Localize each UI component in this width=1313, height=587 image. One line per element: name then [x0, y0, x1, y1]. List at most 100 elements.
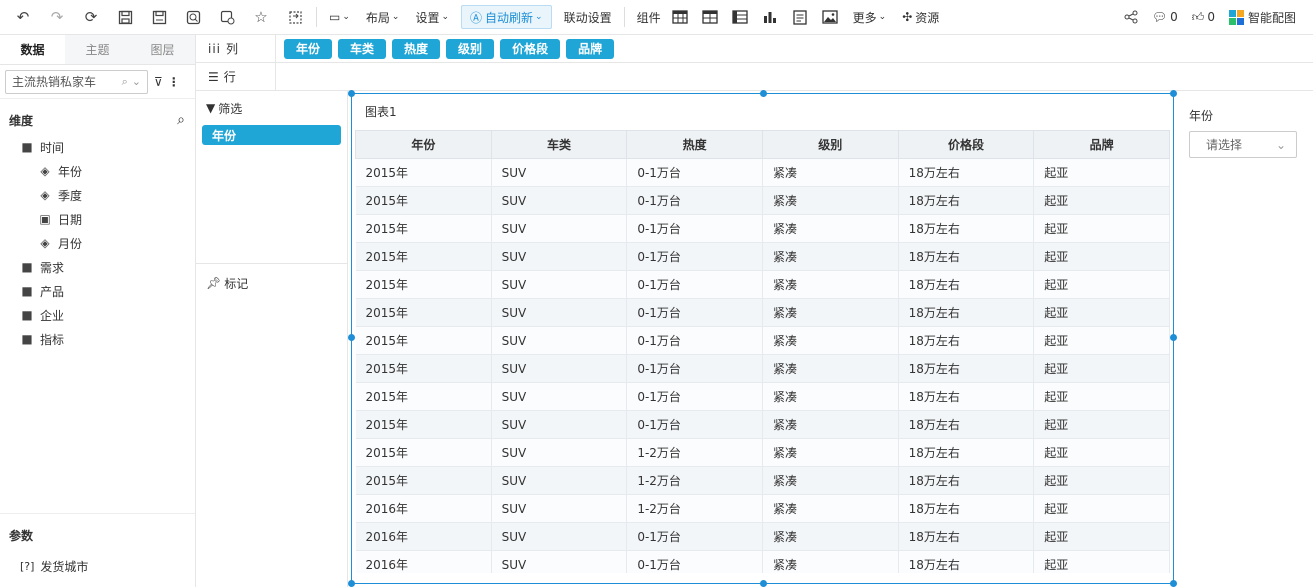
table-cell: 18万左右 — [898, 326, 1035, 355]
tab-data[interactable]: 数据 — [0, 35, 65, 64]
column-header[interactable]: 年份 — [355, 130, 492, 159]
column-header[interactable]: 级别 — [761, 130, 899, 159]
tree-field-year[interactable]: ◈ 年份 — [0, 159, 195, 183]
table-cell: 18万左右 — [898, 354, 1035, 383]
table-cell: 起亚 — [1033, 214, 1170, 243]
search-icon[interactable]: ⌕ — [177, 112, 185, 128]
auto-refresh-button[interactable]: Ⓐ 自动刷新 ⌄ — [461, 5, 552, 29]
device-icon: ▭ — [329, 10, 341, 24]
column-header[interactable]: 热度 — [626, 130, 763, 159]
redo-icon[interactable]: ↷ — [40, 0, 74, 35]
table-cell: SUV — [491, 158, 628, 187]
tree-folder-time[interactable]: ■ 时间 — [0, 135, 195, 159]
column-header[interactable]: 价格段 — [897, 130, 1035, 159]
tree-field-quarter[interactable]: ◈ 季度 — [0, 183, 195, 207]
table-row: 2015年 SUV 0-1万台 紧凑 18万左右 起亚 — [355, 270, 1170, 299]
permission-icon[interactable] — [210, 0, 244, 35]
image-component-icon[interactable] — [815, 0, 845, 35]
filter-icon: ▼ — [206, 101, 216, 115]
settings-menu[interactable]: 设置 ⌄ — [407, 0, 457, 35]
table-cell: 2016年 — [355, 522, 492, 551]
table-cell: 起亚 — [1033, 242, 1170, 271]
tree-folder-demand[interactable]: ■ 需求 — [0, 255, 195, 279]
column-header[interactable]: 车类 — [490, 130, 628, 159]
table-cell: 紧凑 — [762, 298, 899, 327]
tree-field-date[interactable]: ▣ 日期 — [0, 207, 195, 231]
favorite-icon[interactable]: ☆ — [244, 0, 278, 35]
resources-button[interactable]: ✣ 资源 — [894, 0, 947, 35]
tree-label: 需求 — [40, 260, 65, 275]
rows-icon: ☰ — [208, 69, 219, 84]
comments-button[interactable]: 💬︎ 0 — [1145, 0, 1185, 35]
smart-chart-button[interactable]: 智能配图 — [1222, 0, 1303, 35]
device-dropdown[interactable]: ▭ ⌄ — [321, 0, 358, 35]
tree-folder-metrics[interactable]: ■ 指标 — [0, 327, 195, 351]
save-icon[interactable] — [108, 0, 142, 35]
refresh-icon[interactable]: ⟳ — [74, 0, 108, 35]
table-cell: 2015年 — [355, 242, 492, 271]
grouped-table-icon[interactable] — [695, 0, 725, 35]
table-cell: 1-2万台 — [626, 438, 763, 467]
layers-icon: ◈ — [40, 164, 50, 178]
resize-handle[interactable] — [348, 334, 355, 341]
column-pill[interactable]: 热度 — [392, 38, 441, 59]
table-cell: 2016年 — [355, 550, 492, 573]
preview-icon[interactable] — [176, 0, 210, 35]
column-header[interactable]: 品牌 — [1033, 130, 1170, 159]
more-vertical-icon[interactable]: ⋮ — [168, 75, 180, 89]
table-cell: 0-1万台 — [626, 550, 763, 573]
filter-field-pill[interactable]: 年份 — [202, 125, 341, 145]
more-menu[interactable]: 更多 ⌄ — [845, 0, 895, 35]
share-icon[interactable] — [1117, 0, 1145, 35]
table-cell: 0-1万台 — [626, 410, 763, 439]
auto-refresh-label: 自动刷新 — [485, 10, 534, 25]
chart-title: 图表1 — [365, 105, 397, 119]
rows-shelf-label: ☰ 行 — [196, 63, 276, 90]
panel-tabs: 数据 主题 图层 — [0, 35, 195, 65]
tree-folder-product[interactable]: ■ 产品 — [0, 279, 195, 303]
tab-layers[interactable]: 图层 — [130, 35, 195, 64]
resize-handle[interactable] — [348, 580, 355, 587]
param-item[interactable]: [?] 发货城市 — [0, 554, 195, 578]
text-component-icon[interactable] — [785, 0, 815, 35]
column-pill[interactable]: 车类 — [338, 38, 387, 59]
filter-fields-icon[interactable]: ⊽ — [154, 75, 163, 89]
tree-field-month[interactable]: ◈ 月份 — [0, 231, 195, 255]
year-select[interactable]: 请选择 ⌄ — [1189, 131, 1297, 158]
table-row: 2015年 SUV 0-1万台 紧凑 18万左右 起亚 — [355, 214, 1170, 243]
column-pill[interactable]: 级别 — [446, 38, 495, 59]
column-pill[interactable]: 价格段 — [500, 38, 561, 59]
dataset-select[interactable]: 主流热销私家车 ⌕ ⌄ — [5, 69, 148, 94]
folder-icon: ■ — [21, 308, 33, 322]
table-cell: 18万左右 — [898, 382, 1035, 411]
table-icon[interactable] — [665, 0, 695, 35]
linkage-settings-button[interactable]: 联动设置 — [556, 0, 620, 35]
undo-icon[interactable]: ↶ — [6, 0, 40, 35]
tree-folder-enterprise[interactable]: ■ 企业 — [0, 303, 195, 327]
bar-chart-icon[interactable] — [755, 0, 785, 35]
table-cell: 2015年 — [355, 410, 492, 439]
tab-theme[interactable]: 主题 — [65, 35, 130, 64]
chart-component[interactable]: 图表1 年份 车类 热度 级别 价格段 品牌 2015年 SUV 0-1万台 紧凑 18万左右 起亚… — [348, 90, 1177, 587]
resize-handle[interactable] — [760, 90, 767, 97]
params-header: 参数 — [0, 520, 195, 550]
likes-button[interactable]: 👍︎ 0 — [1185, 0, 1222, 35]
layout-menu[interactable]: 布局 ⌄ — [358, 0, 408, 35]
save-as-icon[interactable] — [142, 0, 176, 35]
smart-chart-icon — [1228, 9, 1244, 25]
table-cell: 起亚 — [1033, 354, 1170, 383]
auto-refresh-icon: Ⓐ — [470, 10, 483, 25]
table-cell: 紧凑 — [762, 354, 899, 383]
chevron-down-icon: ⌄ — [441, 12, 450, 22]
column-pill[interactable]: 年份 — [284, 38, 333, 59]
cross-table-icon[interactable] — [725, 0, 755, 35]
columns-shelf-label: iii 列 — [196, 35, 276, 62]
table-row: 2016年 SUV 0-1万台 紧凑 18万左右 起亚 — [355, 550, 1170, 573]
replace-dataset-icon[interactable] — [278, 0, 312, 35]
column-pill[interactable]: 品牌 — [566, 38, 615, 59]
resize-handle[interactable] — [348, 90, 355, 97]
dataset-row: 主流热销私家车 ⌕ ⌄ ⊽ ⋮ — [0, 65, 195, 99]
resize-handle[interactable] — [760, 580, 767, 587]
year-select-placeholder: 请选择 — [1206, 138, 1243, 152]
detail-table: 年份 车类 热度 级别 价格段 品牌 2015年 SUV 0-1万台 紧凑 18万左右 起亚 2015… — [355, 130, 1170, 573]
